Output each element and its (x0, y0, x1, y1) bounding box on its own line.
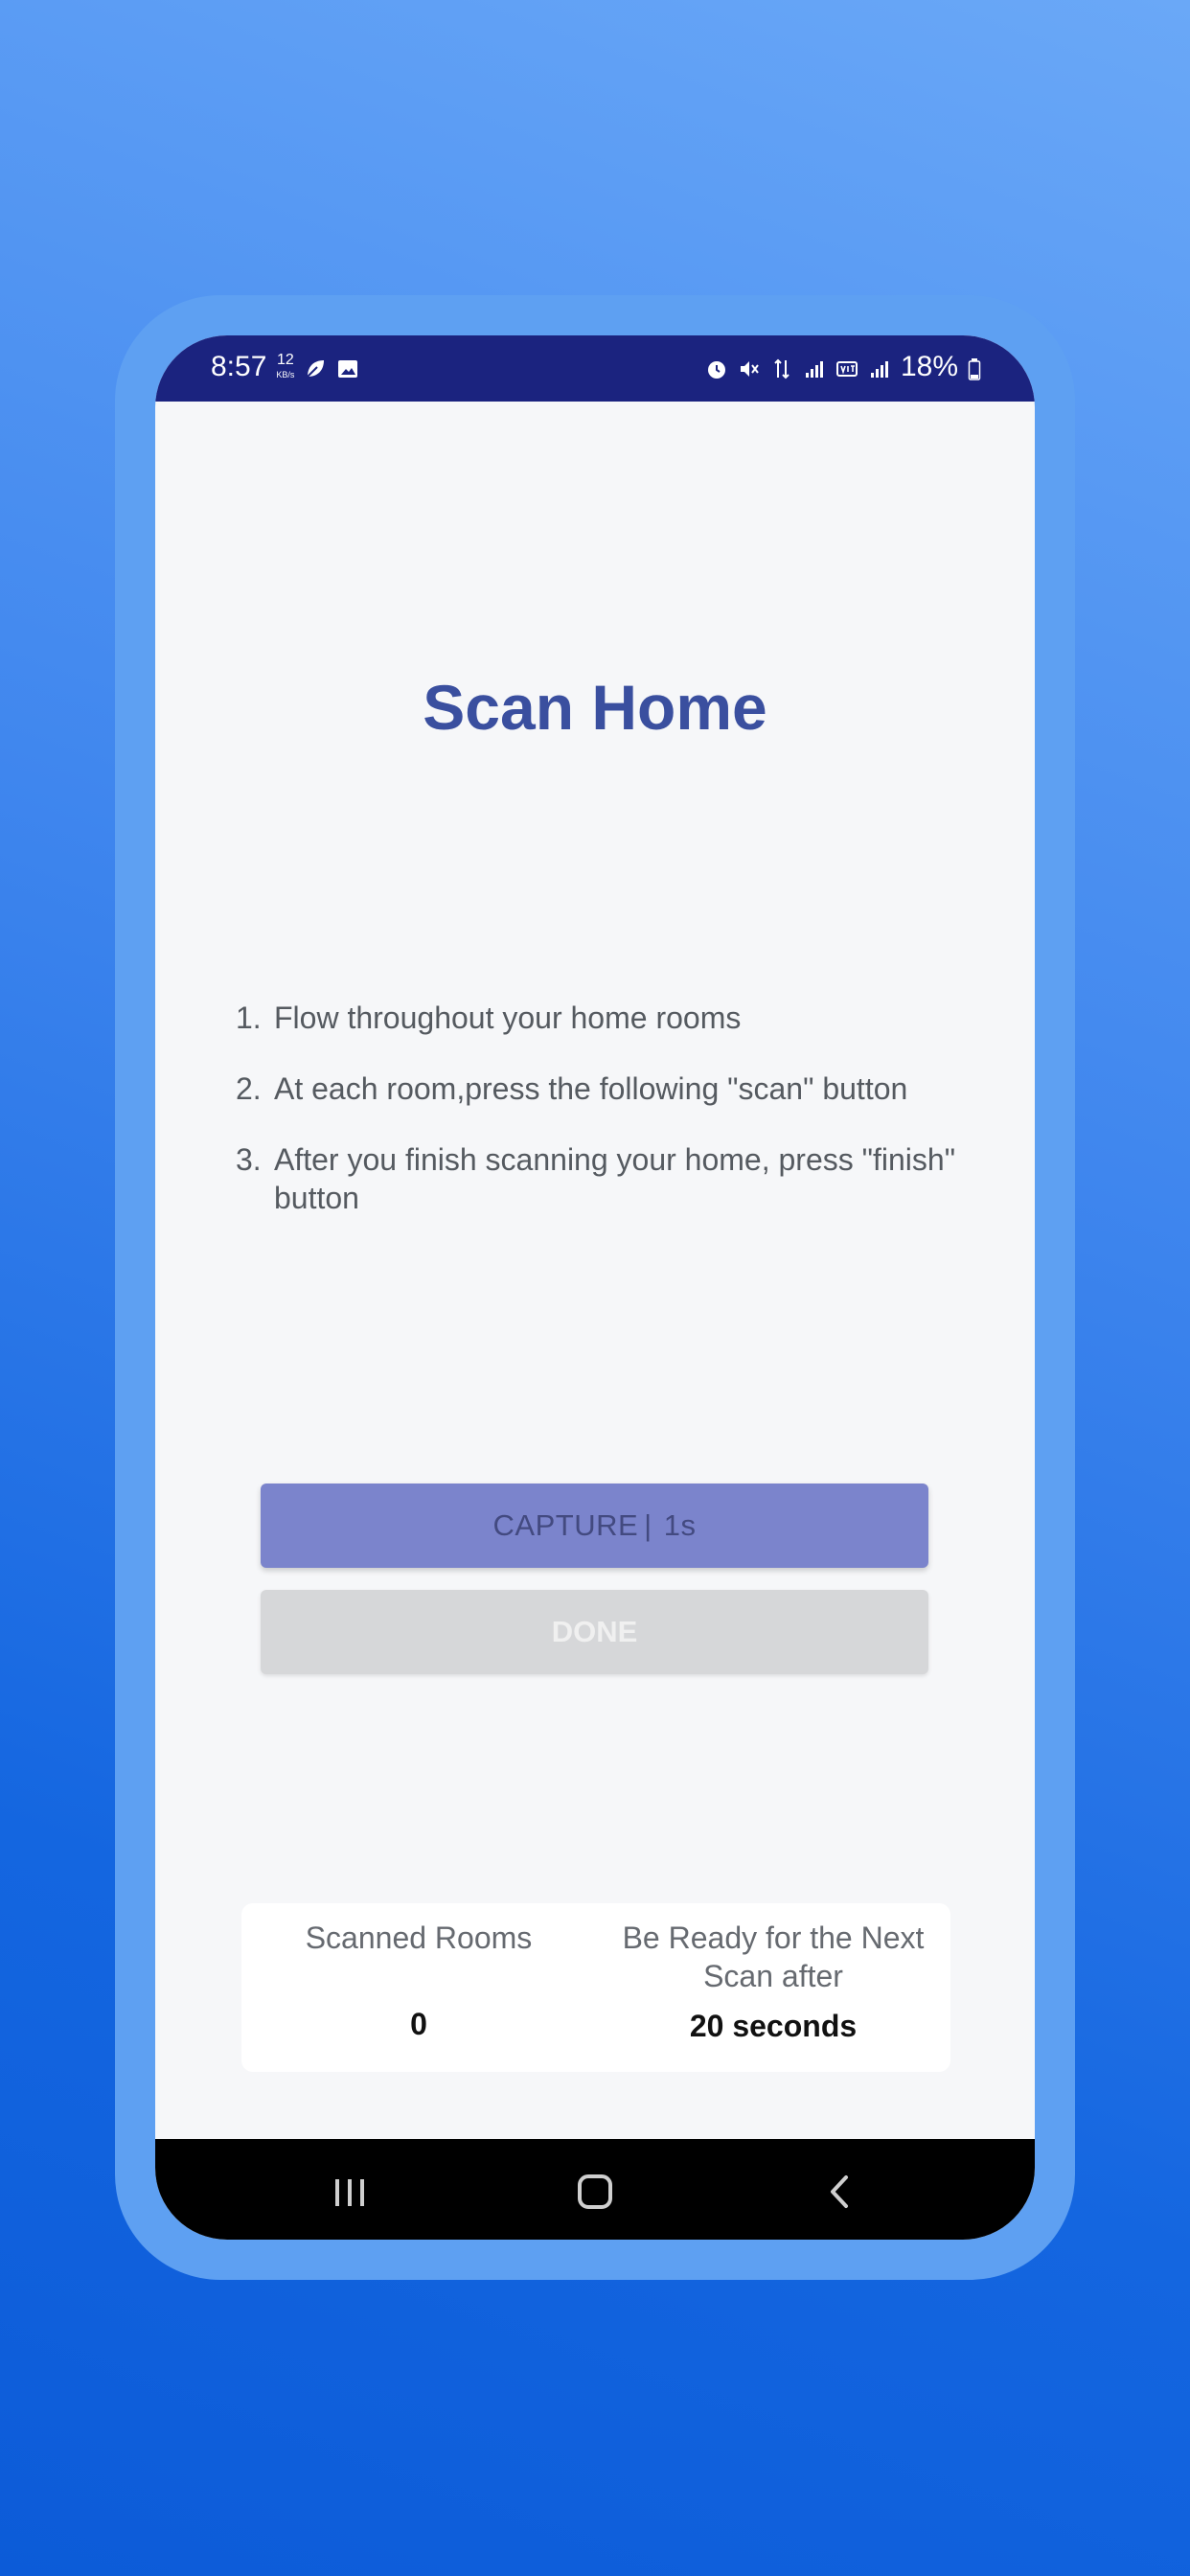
battery-icon (968, 356, 981, 380)
battery-percentage: 18% (900, 351, 958, 382)
signal-icon (803, 356, 826, 379)
mute-icon (738, 356, 761, 379)
instruction-item: 2. At each room,press the following "sca… (236, 1070, 1002, 1108)
capture-separator: | (644, 1508, 652, 1542)
next-scan-value: 20 seconds (689, 2009, 858, 2043)
stats-card: Scanned Rooms 0 Be Ready for the Next Sc… (241, 1903, 950, 2072)
scanned-rooms-value: 0 (410, 2007, 427, 2041)
scanned-rooms-label: Scanned Rooms (305, 1920, 533, 1955)
next-scan-label: Be Ready for the Next Scan after (622, 1920, 925, 1993)
capture-button-label: CAPTURE (492, 1508, 639, 1542)
signal-icon (868, 356, 891, 379)
net-speed-unit: KB/s (276, 369, 295, 380)
capture-timer: 1s (663, 1508, 697, 1542)
instruction-text: Flow throughout your home rooms (274, 1000, 742, 1035)
system-nav-bar (155, 2139, 1035, 2240)
capture-button[interactable]: CAPTURE | 1s (261, 1484, 928, 1568)
page-title: Scan Home (423, 672, 767, 743)
done-button-label: DONE (551, 1615, 638, 1648)
instruction-text: At each room,press the following "scan" … (274, 1071, 908, 1106)
status-bar-right: 18% (705, 351, 981, 383)
instruction-text: After you finish scanning your home, pre… (274, 1142, 956, 1215)
leaf-icon (304, 356, 327, 379)
data-4g-icon (770, 356, 793, 380)
home-icon[interactable] (566, 2168, 624, 2216)
done-button[interactable]: DONE (261, 1590, 928, 1674)
net-speed-value: 12 (277, 351, 294, 368)
volte-icon (835, 356, 858, 379)
instruction-number: 1. (236, 1000, 262, 1035)
phone-screen: 8:57 12 KB/s 18% Scan Home 1. Flow throu… (155, 335, 1035, 2240)
instruction-number: 2. (236, 1071, 262, 1106)
scanned-rooms-stat: Scanned Rooms 0 (241, 1919, 596, 2042)
image-icon (336, 356, 359, 379)
net-speed-indicator: 12 KB/s (276, 351, 295, 381)
instruction-item: 1. Flow throughout your home rooms (236, 999, 1002, 1037)
next-scan-stat: Be Ready for the Next Scan after 20 seco… (596, 1919, 950, 2044)
status-bar: 8:57 12 KB/s 18% (155, 335, 1035, 402)
instruction-item: 3. After you finish scanning your home, … (236, 1140, 1002, 1217)
status-bar-left: 8:57 12 KB/s (211, 351, 359, 383)
status-time: 8:57 (211, 351, 267, 382)
recents-icon[interactable] (321, 2168, 378, 2216)
instruction-number: 3. (236, 1142, 262, 1177)
back-icon[interactable] (812, 2168, 869, 2216)
alarm-icon (705, 356, 728, 379)
instructions-list: 1. Flow throughout your home rooms 2. At… (236, 999, 1002, 1250)
